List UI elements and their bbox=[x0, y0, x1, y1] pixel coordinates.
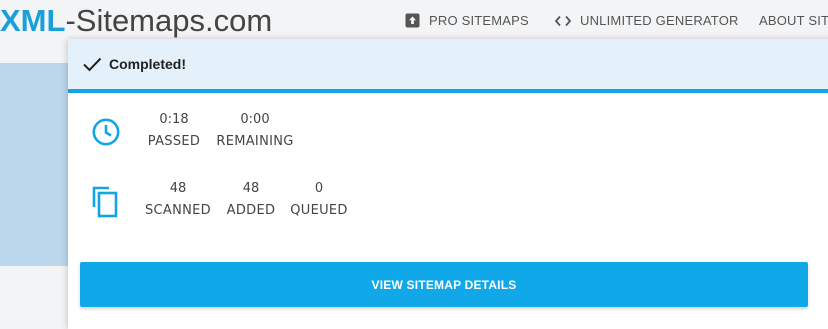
stat-value: 48 bbox=[169, 181, 187, 196]
nav-item-pro-sitemaps[interactable]: PRO SITEMAPS bbox=[405, 13, 529, 28]
view-sitemap-details-button[interactable]: VIEW SITEMAP DETAILS bbox=[80, 262, 808, 307]
stat-label: PASSED bbox=[147, 134, 201, 149]
stat-added: 48 ADDED bbox=[225, 181, 277, 219]
main-nav: PRO SITEMAPS UNLIMITED GENERATOR ABOUT S… bbox=[0, 13, 828, 37]
nav-item-label: PRO SITEMAPS bbox=[429, 13, 529, 28]
check-icon bbox=[82, 56, 102, 72]
stat-value: 0:00 bbox=[240, 112, 270, 127]
stat-queued: 0 QUEUED bbox=[290, 181, 348, 219]
stat-value: 48 bbox=[242, 181, 260, 196]
status-text: Completed! bbox=[109, 56, 186, 72]
nav-item-label: UNLIMITED GENERATOR bbox=[580, 13, 739, 28]
time-stats-row: 0:18 PASSED 0:00 REMAINING bbox=[68, 105, 828, 165]
clock-icon bbox=[91, 117, 121, 152]
progress-modal: Completed! 0:18 PASSED 0:00 REMAINING 48 bbox=[68, 39, 828, 329]
stat-label: QUEUED bbox=[290, 203, 348, 218]
stat-passed: 0:18 PASSED bbox=[143, 112, 205, 150]
upload-box-icon bbox=[405, 13, 420, 28]
count-stats-row: 48 SCANNED 48 ADDED 0 QUEUED bbox=[68, 174, 828, 234]
nav-item-label: ABOUT SITE bbox=[759, 13, 828, 28]
stat-remaining: 0:00 REMAINING bbox=[212, 112, 298, 150]
code-brackets-icon bbox=[555, 15, 571, 27]
nav-item-about-site[interactable]: ABOUT SITE bbox=[759, 13, 828, 28]
stat-value: 0:18 bbox=[159, 112, 189, 127]
status-bar: Completed! bbox=[68, 39, 828, 93]
stat-scanned: 48 SCANNED bbox=[143, 181, 213, 219]
nav-item-unlimited-generator[interactable]: UNLIMITED GENERATOR bbox=[555, 13, 739, 28]
copy-pages-icon bbox=[91, 185, 121, 224]
stat-value: 0 bbox=[314, 181, 324, 196]
stat-label: ADDED bbox=[226, 203, 276, 218]
stat-label: SCANNED bbox=[145, 203, 211, 218]
stat-label: REMAINING bbox=[216, 134, 294, 149]
